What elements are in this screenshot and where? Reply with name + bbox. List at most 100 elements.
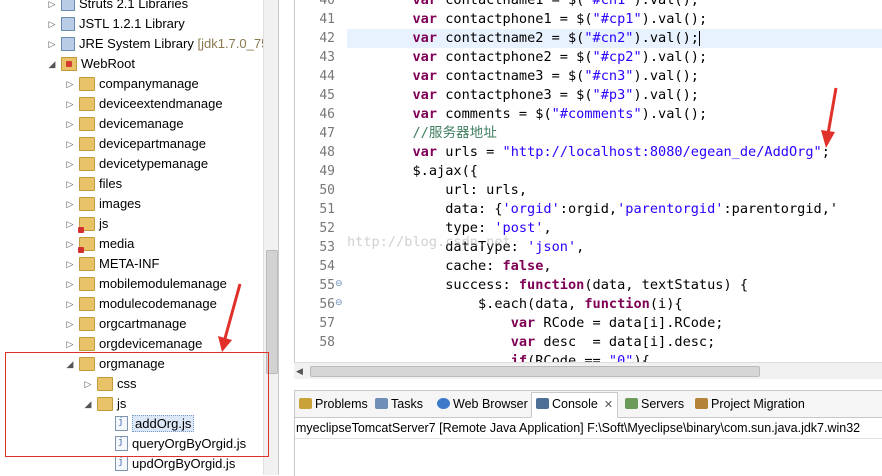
expand-arrow-icon[interactable]: ▷ xyxy=(46,0,58,14)
code-line[interactable]: var urls = "http://localhost:8080/egean_… xyxy=(347,143,882,162)
tree-item-label: modulecodemanage xyxy=(99,296,217,311)
fold-toggle-icon[interactable]: ⊖ xyxy=(335,298,343,308)
code-line[interactable]: var comments = $("#comments").val(); xyxy=(347,105,882,124)
tree-item[interactable]: ▷ js xyxy=(64,214,108,234)
code-string: "#cn2" xyxy=(584,30,634,46)
tree-item[interactable]: ◢ WebRoot xyxy=(46,54,135,74)
tree-item[interactable]: ▷ JSTL 1.2.1 Library xyxy=(46,14,185,34)
code-token: ).val(); xyxy=(633,0,699,8)
code-line[interactable]: success: function(data, textStatus) { xyxy=(347,276,882,295)
tab-web-browser[interactable]: Web Browser xyxy=(437,393,528,415)
code-line[interactable]: var desc = data[i].desc; xyxy=(347,333,882,352)
tree-item[interactable]: ▷ images xyxy=(64,194,141,214)
expand-arrow-icon[interactable]: ▷ xyxy=(64,154,76,174)
code-line[interactable]: //服务器地址 xyxy=(347,124,882,143)
expand-arrow-icon[interactable]: ▷ xyxy=(64,214,76,234)
close-icon[interactable]: ✕ xyxy=(604,394,613,416)
tree-item[interactable]: ▷ media xyxy=(64,234,134,254)
scroll-left-icon[interactable]: ◀ xyxy=(296,366,303,377)
line-number: 54 xyxy=(319,259,335,274)
tree-item[interactable]: ▷ devicetypemanage xyxy=(64,154,209,174)
code-editor[interactable]: 40 41 42 43 44 45 46 47 48 49 50 51 52 53 54 55 ⊖ 56 ⊖ 57 58… xyxy=(294,0,882,368)
tree-item[interactable]: ▷ mobilemodulemanage xyxy=(64,274,227,294)
expand-arrow-icon[interactable]: ▷ xyxy=(46,14,58,34)
line-number: 46 xyxy=(319,107,335,122)
expand-arrow-icon[interactable]: ▷ xyxy=(64,114,76,134)
expand-arrow-icon[interactable]: ▷ xyxy=(64,334,76,354)
code-keyword: var xyxy=(412,30,438,46)
tree-item[interactable]: ▷ META-INF xyxy=(64,254,160,274)
code-string: 'json' xyxy=(527,239,577,255)
folder-icon xyxy=(79,176,95,191)
code-line[interactable]: var contactphone1 = $("#cp1").val(); xyxy=(347,10,882,29)
code-token: , xyxy=(576,239,585,255)
code-line[interactable]: type: 'post', xyxy=(347,219,882,238)
tree-item[interactable]: ▷ modulecodemanage xyxy=(64,294,217,314)
code-keyword: var xyxy=(510,334,536,350)
code-token: (i){ xyxy=(649,296,683,312)
code-line[interactable]: $.ajax({ xyxy=(347,162,882,181)
folder-icon xyxy=(79,296,95,311)
tree-item-label: Struts 2.1 Libraries xyxy=(79,0,189,11)
code-token: :orgid, xyxy=(559,201,618,217)
code-token: contactname3 = $( xyxy=(437,68,585,84)
code-string: "#cp2" xyxy=(592,49,642,65)
code-string: "#cn3" xyxy=(584,68,634,84)
code-line[interactable]: var contactname3 = $("#cn3").val(); xyxy=(347,67,882,86)
tree-item[interactable]: ▷ orgcartmanage xyxy=(64,314,187,334)
code-token: success: xyxy=(347,277,519,293)
code-line[interactable]: dataType: 'json', xyxy=(347,238,882,257)
expand-arrow-icon[interactable]: ▷ xyxy=(64,274,76,294)
expand-arrow-icon[interactable]: ▷ xyxy=(64,134,76,154)
expand-arrow-icon[interactable]: ▷ xyxy=(64,234,76,254)
tab-tasks[interactable]: Tasks xyxy=(375,393,423,415)
tree-item[interactable]: ▷ JRE System Library [jdk1.7.0_75 xyxy=(46,34,269,54)
code-line[interactable]: url: urls, xyxy=(347,181,882,200)
tab-console[interactable]: Console ✕ xyxy=(531,392,619,418)
tree-item[interactable]: ▷ devicepartmanage xyxy=(64,134,206,154)
tree-item[interactable]: ▷ companymanage xyxy=(64,74,199,94)
line-number: 43 xyxy=(319,50,335,65)
code-line[interactable]: var contactphone3 = $("#p3").val(); xyxy=(347,86,882,105)
code-line[interactable]: var contactname1 = $("#cn1").val(); xyxy=(347,0,882,10)
expand-arrow-icon[interactable]: ▷ xyxy=(64,294,76,314)
tree-item[interactable]: ▷ files xyxy=(64,174,123,194)
expand-arrow-icon[interactable]: ▷ xyxy=(64,254,76,274)
expand-arrow-icon[interactable]: ▷ xyxy=(64,74,76,94)
panel-tab-bar: Problems Tasks Web Browser Console ✕ Servers P… xyxy=(295,391,882,418)
code-line[interactable]: $.each(data, function(i){ xyxy=(347,295,882,314)
code-line[interactable]: var contactphone2 = $("#cp2").val(); xyxy=(347,48,882,67)
line-number: 41 xyxy=(319,12,335,27)
fold-toggle-icon[interactable]: ⊖ xyxy=(335,279,343,289)
tab-problems[interactable]: Problems xyxy=(299,393,368,415)
line-number: 50 xyxy=(319,183,335,198)
tree-item[interactable]: ▷ devicemanage xyxy=(64,114,184,134)
code-line[interactable]: var RCode = data[i].RCode; xyxy=(347,314,882,333)
editor-scroll-thumb[interactable] xyxy=(310,366,760,377)
tree-item-label: JSTL 1.2.1 Library xyxy=(79,16,185,31)
expand-arrow-icon[interactable]: ▷ xyxy=(64,174,76,194)
code-keyword: function xyxy=(584,296,650,312)
code-keyword: var xyxy=(412,0,438,8)
code-line[interactable]: var contactname2 = $("#cn2").val(); xyxy=(347,29,882,48)
expand-arrow-icon[interactable]: ▷ xyxy=(64,314,76,334)
tab-servers[interactable]: Servers xyxy=(625,393,684,415)
editor-horizontal-scrollbar[interactable]: ◀ xyxy=(294,362,882,379)
expand-arrow-icon[interactable]: ▷ xyxy=(46,34,58,54)
tree-item[interactable]: ▷ orgdevicemanage xyxy=(64,334,203,354)
expand-arrow-icon[interactable]: ▷ xyxy=(64,194,76,214)
expand-arrow-icon[interactable]: ▷ xyxy=(64,94,76,114)
code-line[interactable]: data: {'orgid':orgid,'parentorgid':paren… xyxy=(347,200,882,219)
collapse-arrow-icon[interactable]: ◢ xyxy=(46,54,58,74)
tree-item[interactable]: updOrgByOrgid.js xyxy=(100,452,235,474)
tab-project-migration[interactable]: Project Migration xyxy=(695,393,805,415)
tree-item[interactable]: ▷ deviceextendmanage xyxy=(64,94,223,114)
code-token: , xyxy=(543,258,552,274)
tree-item[interactable]: ▷ Struts 2.1 Libraries xyxy=(46,0,188,14)
code-line[interactable]: cache: false, xyxy=(347,257,882,276)
error-marker-icon xyxy=(78,226,84,233)
